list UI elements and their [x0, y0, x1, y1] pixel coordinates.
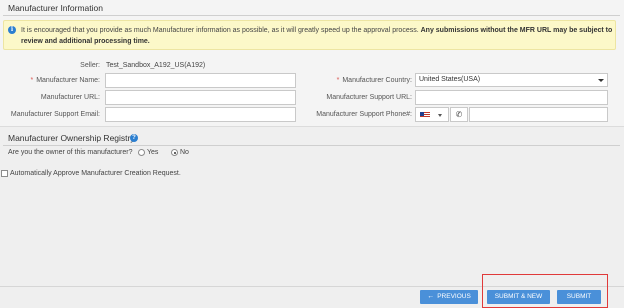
- seller-label: Seller:: [80, 62, 100, 69]
- manufacturer-country-selected-value: United States(USA): [419, 76, 481, 83]
- section-divider: [3, 15, 620, 16]
- manufacturer-name-label: * Manufacturer Name:: [10, 77, 100, 84]
- arrow-left-icon: ←: [427, 293, 435, 300]
- radio-no[interactable]: [171, 149, 178, 156]
- info-notice: i It is encouraged that you provide as m…: [3, 20, 616, 50]
- manufacturer-country-label-text: Manufacturer Country:: [342, 77, 412, 84]
- question-circle-icon[interactable]: ?: [130, 134, 138, 142]
- section-title-ownership-registry: Manufacturer Ownership Registry: [8, 133, 135, 143]
- radio-yes[interactable]: [138, 149, 145, 156]
- manufacturer-name-input[interactable]: [105, 73, 296, 88]
- highlight-box: [482, 274, 608, 308]
- radio-yes-label: Yes: [147, 149, 159, 156]
- section-title-manufacturer-information: Manufacturer Information: [8, 3, 103, 13]
- phone-icon: ✆: [450, 107, 468, 122]
- chevron-down-icon: [598, 79, 604, 82]
- ownership-registry-section: Manufacturer Ownership Registry ? Are yo…: [0, 128, 624, 168]
- us-flag-icon: [420, 112, 430, 118]
- ownership-question: Are you the owner of this manufacturer?: [8, 149, 133, 156]
- country-code-dropdown[interactable]: [415, 107, 449, 122]
- manufacturer-support-url-input[interactable]: [415, 90, 608, 105]
- previous-label: PREVIOUS: [437, 293, 471, 300]
- manufacturer-support-phone-input[interactable]: [469, 107, 608, 122]
- chevron-down-icon: [438, 114, 442, 117]
- required-mark: *: [336, 77, 340, 84]
- manufacturer-name-label-text: Manufacturer Name:: [36, 77, 100, 84]
- seller-value: Test_Sandbox_A192_US(A192): [106, 62, 206, 69]
- manufacturer-support-url-label: Manufacturer Support URL:: [326, 94, 412, 101]
- previous-button[interactable]: ← PREVIOUS: [420, 290, 478, 304]
- radio-no-label: No: [180, 149, 189, 156]
- required-mark: *: [30, 77, 34, 84]
- notice-text: It is encouraged that you provide as muc…: [21, 25, 615, 47]
- notice-normal-text: It is encouraged that you provide as muc…: [21, 27, 419, 34]
- manufacturer-support-phone-label: Manufacturer Support Phone#:: [316, 111, 412, 118]
- manufacturer-support-email-label: Manufacturer Support Email:: [10, 111, 100, 118]
- auto-approve-checkbox[interactable]: [1, 170, 8, 177]
- info-circle-icon: i: [8, 26, 16, 34]
- manufacturer-country-select[interactable]: United States(USA): [415, 73, 608, 87]
- manufacturer-country-label: * Manufacturer Country:: [315, 77, 412, 84]
- manufacturer-information-section: Manufacturer Information i It is encoura…: [0, 0, 624, 127]
- section-divider: [3, 145, 620, 146]
- auto-approve-label: Automatically Approve Manufacturer Creat…: [10, 170, 181, 177]
- manufacturer-url-label: Manufacturer URL:: [40, 94, 100, 101]
- manufacturer-support-email-input[interactable]: [105, 107, 296, 122]
- manufacturer-url-input[interactable]: [105, 90, 296, 105]
